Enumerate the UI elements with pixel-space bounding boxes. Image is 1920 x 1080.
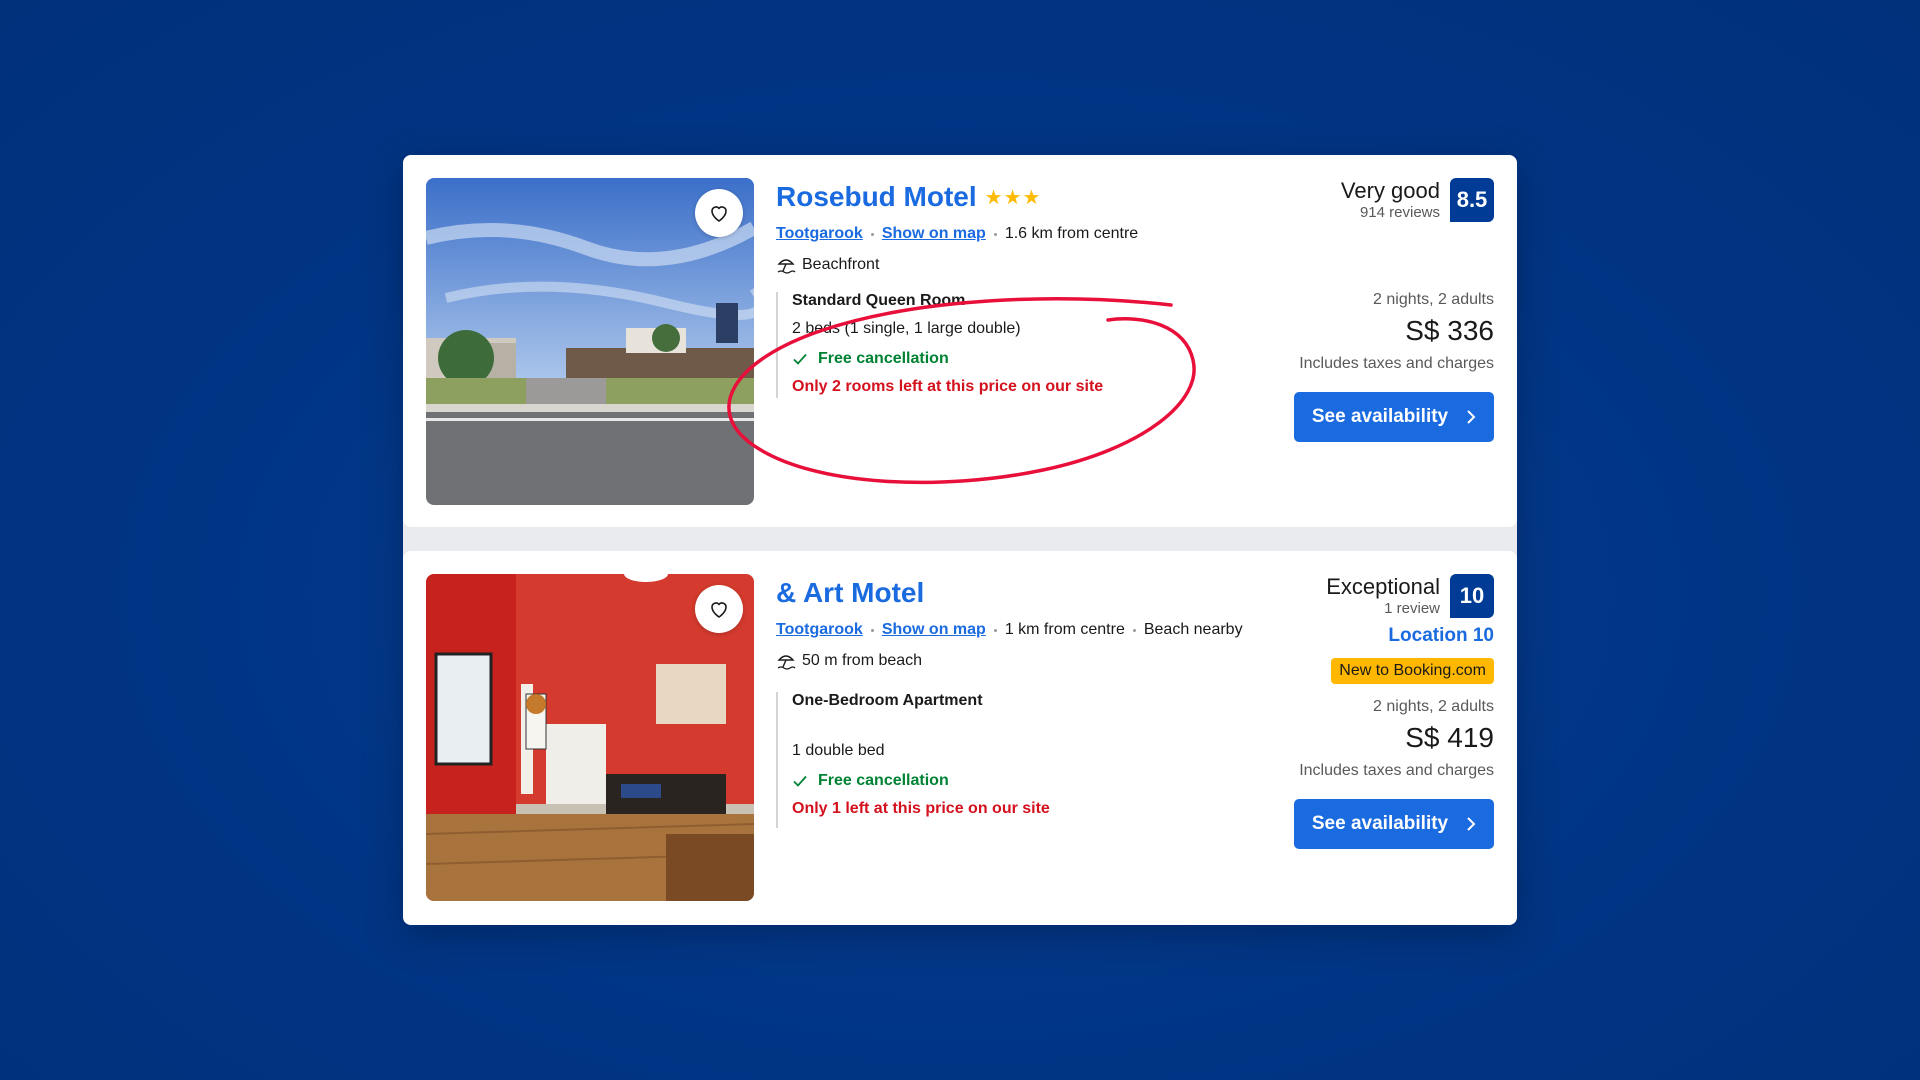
show-on-map-link[interactable]: Show on map <box>882 621 986 639</box>
see-availability-button[interactable]: See availability <box>1294 392 1494 442</box>
save-favorite-button[interactable] <box>695 189 743 237</box>
review-score-badge: 8.5 <box>1450 178 1494 222</box>
rating-word: Exceptional <box>1326 574 1440 599</box>
feature-text: 50 m from beach <box>802 652 923 669</box>
beach-nearby-text: Beach nearby <box>1143 621 1243 638</box>
heart-outline-icon <box>711 602 727 618</box>
price: S$ 336 <box>1405 315 1494 346</box>
room-info: One-Bedroom Apartment 1 double bed Free … <box>776 692 1050 828</box>
area-link[interactable]: Tootgarook <box>776 621 863 639</box>
review-score-badge: 10 <box>1450 574 1494 618</box>
review-count: 914 reviews <box>1359 204 1440 221</box>
separator-dot <box>1132 628 1136 632</box>
room-beds: 1 double bed <box>792 742 885 759</box>
beach-umbrella-icon <box>777 259 796 274</box>
taxes-note: Includes taxes and charges <box>1299 762 1494 779</box>
separator-dot <box>870 232 874 236</box>
beach-umbrella-icon <box>777 655 796 670</box>
distance-text: 1.6 km from centre <box>1004 225 1139 242</box>
property-photo[interactable] <box>426 178 754 505</box>
new-property-badge: New to Booking.com <box>1331 658 1494 684</box>
price-block: 2 nights, 2 adults S$ 419 Includes taxes… <box>1299 698 1494 780</box>
property-card: & Art Motel Tootgarook Show on map 1 km … <box>403 551 1517 925</box>
free-cancellation: Free cancellation <box>792 350 1103 368</box>
feature-text: Beachfront <box>802 256 880 273</box>
free-cancellation-text: Free cancellation <box>818 350 949 367</box>
review-summary[interactable]: Exceptional 1 review 10 <box>1326 574 1494 618</box>
see-availability-button[interactable]: See availability <box>1294 799 1494 849</box>
area-link[interactable]: Tootgarook <box>776 225 863 243</box>
button-label: See availability <box>1311 813 1449 834</box>
property-title[interactable]: & Art Motel <box>776 577 924 609</box>
room-name: One-Bedroom Apartment <box>792 692 983 709</box>
feature-row: Beachfront <box>776 255 879 275</box>
price: S$ 419 <box>1405 722 1494 753</box>
rating-word: Very good <box>1340 178 1440 203</box>
room-beds: 2 beds (1 single, 1 large double) <box>792 320 1021 337</box>
property-photo[interactable] <box>426 574 754 901</box>
feature-row: 50 m from beach <box>776 651 922 671</box>
separator-dot <box>993 232 997 236</box>
location-row: Tootgarook Show on map 1.6 km from centr… <box>776 225 1138 243</box>
scarcity-message: Only 2 rooms left at this price on our s… <box>792 378 1104 395</box>
property-title[interactable]: Rosebud Motel <box>776 181 977 213</box>
review-summary[interactable]: Very good 914 reviews 8.5 <box>1341 178 1494 222</box>
free-cancellation-text: Free cancellation <box>818 772 949 789</box>
chevron-right-icon <box>1467 410 1476 424</box>
review-count: 1 review <box>1384 600 1440 617</box>
scarcity-message: Only 1 left at this price on our site <box>792 800 1050 817</box>
stay-details: 2 nights, 2 adults <box>1373 291 1494 308</box>
taxes-note: Includes taxes and charges <box>1299 355 1494 372</box>
checkmark-icon <box>793 353 807 365</box>
results-panel: Rosebud Motel ★★★ Tootgarook Show on map… <box>403 155 1517 925</box>
save-favorite-button[interactable] <box>695 585 743 633</box>
room-info: Standard Queen Room 2 beds (1 single, 1 … <box>776 292 1103 398</box>
star-rating-icon: ★★★ <box>984 186 1042 209</box>
title-row: Rosebud Motel ★★★ <box>776 181 1041 213</box>
separator-dot <box>993 628 997 632</box>
chevron-right-icon <box>1467 817 1476 831</box>
distance-text: 1 km from centre <box>1004 621 1125 638</box>
stay-details: 2 nights, 2 adults <box>1373 698 1494 715</box>
property-card: Rosebud Motel ★★★ Tootgarook Show on map… <box>403 155 1517 527</box>
separator-dot <box>870 628 874 632</box>
button-label: See availability <box>1311 406 1449 427</box>
room-name: Standard Queen Room <box>792 292 966 309</box>
free-cancellation: Free cancellation <box>792 772 1050 790</box>
location-score: Location 10 <box>1388 625 1494 646</box>
checkmark-icon <box>793 775 807 787</box>
heart-outline-icon <box>711 206 727 222</box>
title-row: & Art Motel <box>776 577 924 609</box>
location-row: Tootgarook Show on map 1 km from centre … <box>776 621 1243 639</box>
show-on-map-link[interactable]: Show on map <box>882 225 986 243</box>
price-block: 2 nights, 2 adults S$ 336 Includes taxes… <box>1299 291 1494 373</box>
